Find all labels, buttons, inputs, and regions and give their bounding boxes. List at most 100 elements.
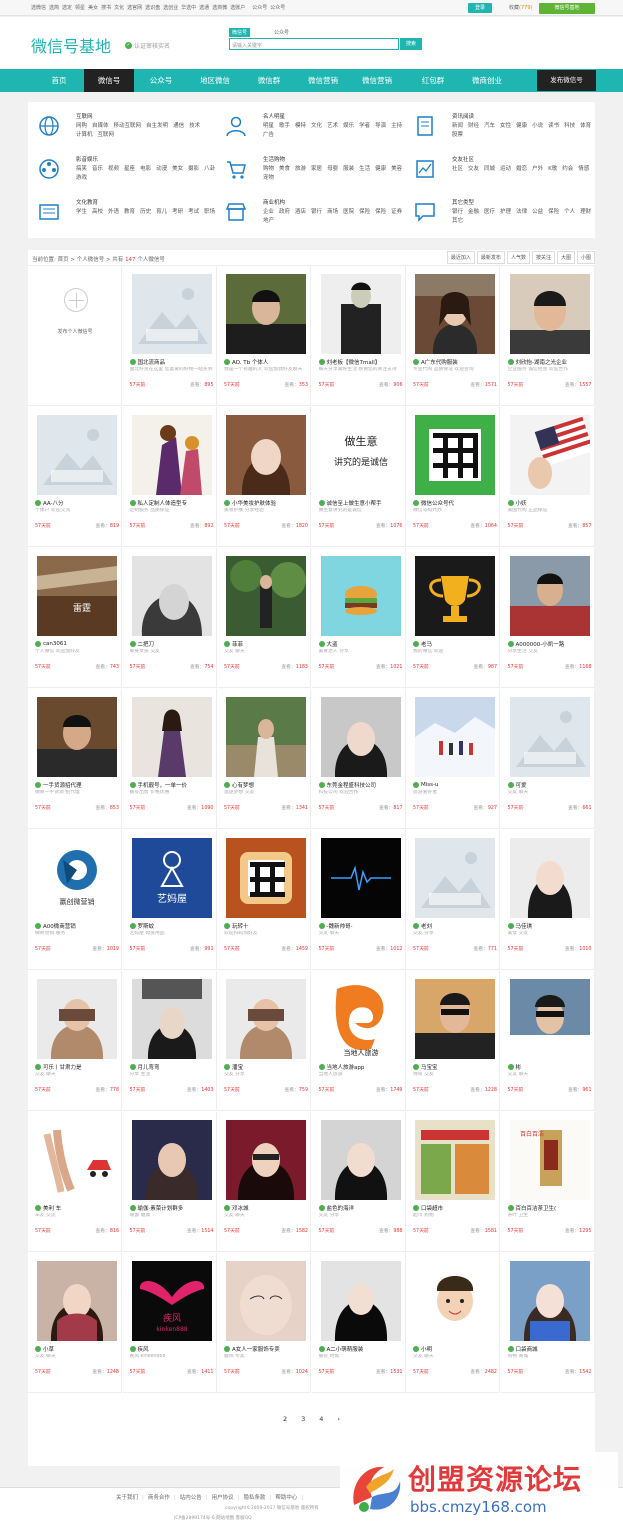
wechat-card[interactable]: 百白百洁 百白百洁茶卫生(茶叶 卫生 57天前 查看：1295 [500, 1112, 595, 1252]
wechat-card[interactable]: 国北流商品 国北好货在这里 您喜爱的好物一站买到 57天前 查看：895 [122, 266, 217, 406]
top-link[interactable]: 选商微 [212, 4, 227, 11]
card-name[interactable]: 诚信至上做生意小帮手 [318, 498, 403, 507]
wechat-card[interactable]: 小妖 美国代购 正品保证 57天前 查看：857 [500, 407, 595, 547]
avatar-image[interactable] [509, 274, 590, 354]
category-tag[interactable]: 读书 [548, 122, 559, 131]
card-name[interactable]: 百白百洁茶卫生( [507, 1203, 592, 1212]
avatar-image[interactable] [320, 697, 401, 777]
card-name-text[interactable]: 潘宝 [232, 1063, 243, 1071]
avatar-image[interactable] [320, 556, 401, 636]
avatar-image[interactable] [131, 1120, 212, 1200]
card-name[interactable]: 小妖 [507, 498, 592, 507]
category-tag[interactable]: 银行 [452, 208, 463, 217]
category-tag[interactable]: 金融 [468, 208, 479, 217]
category-tag[interactable]: 电影 [140, 165, 151, 174]
card-name-text[interactable]: 国北流商品 [138, 358, 166, 366]
page-link[interactable]: 2 [283, 1415, 287, 1427]
avatar-image[interactable] [37, 979, 117, 1059]
footer-link[interactable]: 隐私条款 [244, 1493, 272, 1501]
card-name[interactable]: 彬 [507, 1062, 592, 1071]
footer-link[interactable]: 商务合作 [148, 1493, 176, 1501]
avatar-image[interactable] [320, 1261, 401, 1341]
category-tag[interactable]: 护理 [500, 208, 511, 217]
card-name-text[interactable]: 菲菲 [232, 640, 243, 648]
avatar-image[interactable] [131, 274, 212, 354]
category-tag[interactable]: 模特 [295, 122, 306, 131]
card-name-text[interactable]: 疾风 [138, 1345, 149, 1353]
card-name[interactable]: 手机靓号，一单一价 [129, 780, 214, 789]
nav-item[interactable]: 红包群 [408, 69, 458, 92]
wechat-card[interactable]: 马宝宝 帅哥 交友 57天前 查看：1228 [406, 971, 500, 1111]
search-tab-official[interactable]: 公众号 [271, 28, 292, 37]
category-tag[interactable]: 新闻 [452, 122, 463, 131]
category-tag[interactable]: 考研 [172, 208, 183, 217]
category-tag[interactable]: 八卦 [204, 165, 215, 174]
avatar-image[interactable]: 雷霆 [37, 556, 117, 636]
avatar-image[interactable] [131, 415, 212, 495]
category-tag[interactable]: 星座 [124, 165, 135, 174]
top-link[interactable]: 公众号 [252, 4, 267, 11]
card-name[interactable]: 小草 [35, 1344, 119, 1353]
publish-button[interactable]: 发布微信号 [537, 70, 596, 91]
card-name-text[interactable]: 东莞金程盛科技公司 [327, 781, 377, 789]
category-tag[interactable]: 摄影 [188, 165, 199, 174]
category-title[interactable]: 名人明星 [263, 112, 285, 120]
category-title[interactable]: 其它类型 [452, 198, 474, 206]
card-name-text[interactable]: 大盗 [327, 640, 338, 648]
top-link[interactable]: 领星 [75, 4, 85, 11]
wechat-card[interactable]: 可乐丨甘肃力是 交友 聊天 57天前 查看：778 [28, 971, 122, 1111]
avatar-image[interactable] [320, 274, 401, 354]
card-name[interactable]: 东莞金程盛科技公司 [318, 780, 403, 789]
card-name-text[interactable]: 可乐丨甘肃力是 [43, 1063, 82, 1071]
category-tag[interactable]: 同城 [484, 165, 495, 174]
card-name[interactable]: 当地人旅游app [318, 1062, 403, 1071]
card-name-text[interactable]: A广东代购服装 [421, 358, 458, 366]
wechat-card[interactable]: 微信公众号代 微信号码代办 57天前 查看：1064 [406, 407, 500, 547]
top-link[interactable]: 选通 [199, 4, 209, 11]
sort-option[interactable]: 人气数 [506, 251, 530, 264]
sort-option[interactable]: 最新发布 [476, 251, 505, 264]
top-link[interactable]: 选简 [49, 4, 59, 11]
card-name[interactable]: 小明 [413, 1344, 497, 1353]
wechat-card[interactable]: 刘欣怡-湖南之光企业 企业服务 诚信经营 欢迎合作 57天前 查看：1557 [500, 266, 595, 406]
card-name[interactable]: 罗斯蚊 [129, 921, 214, 930]
card-name-text[interactable]: can3061 [43, 641, 67, 647]
category-tag[interactable]: 证券 [391, 208, 402, 217]
category-title[interactable]: 交友社区 [452, 155, 474, 163]
category-tag[interactable]: 小说 [532, 122, 543, 131]
category-tag[interactable]: 购物 [263, 165, 274, 174]
avatar-image[interactable] [37, 1261, 117, 1341]
category-title[interactable]: 文化教育 [76, 198, 98, 206]
category-tag[interactable]: 主持 [391, 122, 402, 131]
category-tag[interactable]: 医院 [343, 208, 354, 217]
category-tag[interactable]: 公益 [532, 208, 543, 217]
category-tag[interactable]: 商场 [327, 208, 338, 217]
sort-option[interactable]: 按关注 [531, 251, 555, 264]
category-tag[interactable]: 银行 [311, 208, 322, 217]
card-name-text[interactable]: 盐色的海洋 [327, 1204, 355, 1212]
avatar-image[interactable] [226, 556, 306, 636]
wechat-card[interactable]: 小华美妆护肤体验 美妆护肤 分享经验 57天前 查看：1820 [217, 407, 311, 547]
card-name-text[interactable]: AO. Tb 个体人 [232, 358, 268, 366]
nav-item[interactable]: 地区微信 [190, 69, 240, 92]
card-name-text[interactable]: 马宝宝 [421, 1063, 438, 1071]
card-name-text[interactable]: 小华美妆护肤体验 [232, 499, 276, 507]
nav-item[interactable]: 微信号 [84, 69, 134, 92]
wechat-card[interactable]: 小明 交友 聊天 57天前 查看：2482 [406, 1253, 500, 1393]
card-name[interactable]: A00微商营销 [35, 921, 119, 930]
category-title[interactable]: 商业机构 [263, 198, 285, 206]
card-name[interactable]: AA-八分 [35, 498, 119, 507]
nav-item[interactable]: 首页 [34, 69, 84, 92]
card-name-text[interactable]: 小草 [43, 1345, 54, 1353]
category-tag[interactable]: 通信 [173, 122, 184, 131]
card-name-text[interactable]: 老马 [421, 640, 432, 648]
category-tag[interactable]: 互联网 [98, 131, 115, 140]
category-tag[interactable]: 健康 [375, 165, 386, 174]
card-name[interactable]: 邓冰城 [224, 1203, 308, 1212]
top-link[interactable]: 选官网 [127, 4, 142, 11]
card-name[interactable]: AO. Tb 个体人 [224, 357, 308, 366]
category-tag[interactable]: 明星 [263, 122, 274, 131]
category-tag[interactable]: 地产 [263, 217, 274, 226]
category-tag[interactable]: 企业 [263, 208, 274, 217]
card-name-text[interactable]: A00微商营销 [43, 922, 76, 930]
